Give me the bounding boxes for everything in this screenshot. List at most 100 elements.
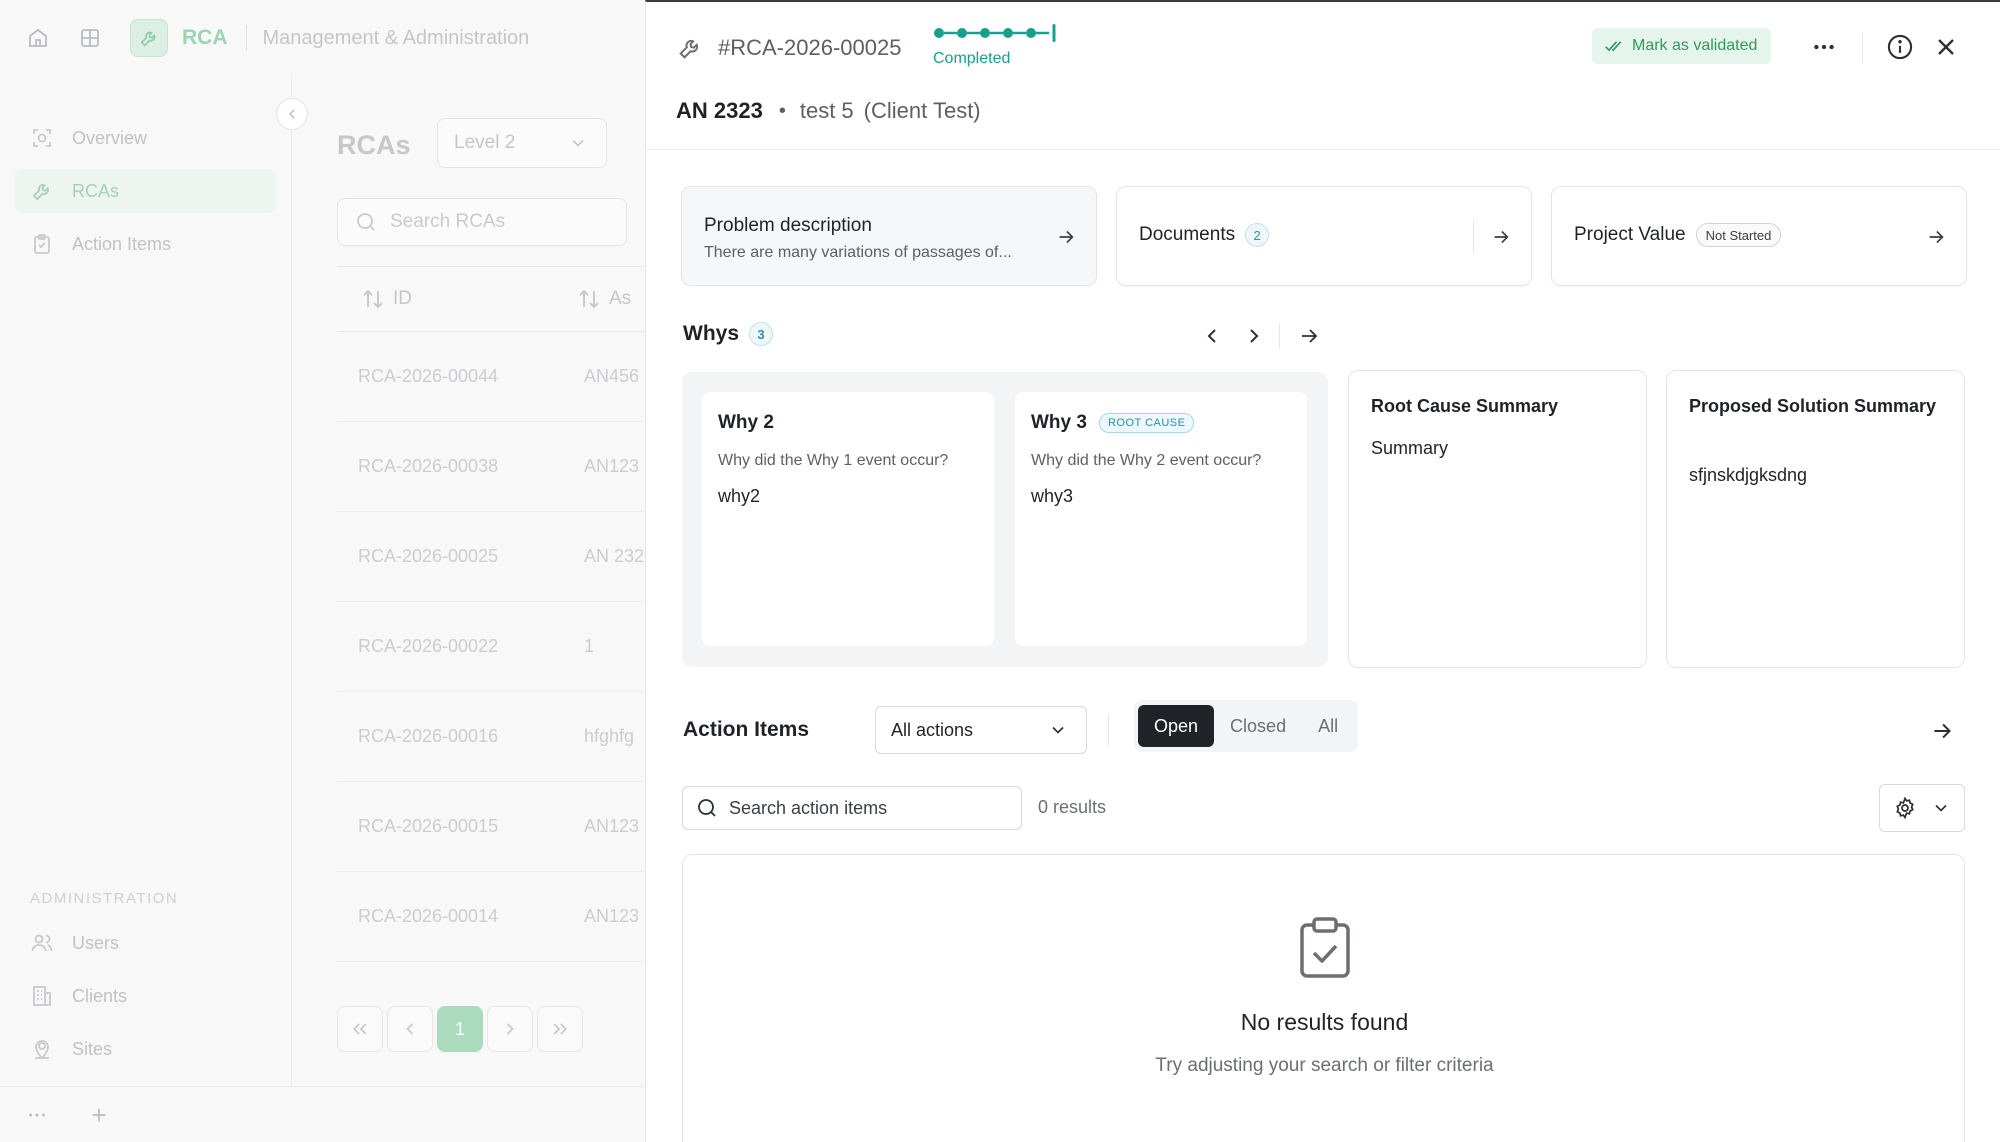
sidebar-item-action-items[interactable]: Action Items	[14, 222, 276, 266]
table-row[interactable]: RCA-2026-00022 1	[337, 602, 645, 692]
column-id[interactable]: ID	[361, 287, 412, 311]
admin-section-heading: ADMINISTRATION	[30, 890, 179, 907]
status-tabs: Open Closed All	[1134, 700, 1359, 752]
page-button-current[interactable]: 1	[437, 1006, 483, 1052]
last-page-button[interactable]	[537, 1006, 583, 1052]
action-items-open-button[interactable]	[1929, 718, 1955, 744]
level-select[interactable]: Level 2	[437, 118, 607, 168]
sort-icon	[361, 287, 385, 311]
table-row[interactable]: RCA-2026-00015 AN123	[337, 782, 645, 872]
root-cause-summary-text: Summary	[1371, 438, 1449, 458]
arrow-right-icon[interactable]	[1490, 226, 1512, 248]
sort-icon	[577, 287, 601, 311]
project-value-card[interactable]: Project Value Not Started	[1551, 186, 1967, 286]
home-icon[interactable]	[26, 26, 50, 50]
sidebar-item-overview[interactable]: Overview	[14, 116, 276, 160]
proposed-solution-summary-card[interactable]: Proposed Solution Summary sfjnskdjgksdng	[1666, 370, 1965, 668]
filter-divider	[1108, 714, 1109, 746]
why-question: Why did the Why 1 event occur?	[718, 452, 949, 469]
rca-id: #RCA-2026-00025	[718, 35, 902, 60]
overview-icon	[30, 126, 54, 150]
rca-search-input[interactable]: Search RCAs	[337, 198, 627, 246]
status-label: Completed	[933, 50, 1011, 67]
status-badge: Not Started	[1695, 223, 1782, 247]
arrow-right-icon	[1302, 329, 1318, 343]
chevron-down-icon	[1048, 720, 1068, 740]
chevron-right-icon	[1250, 329, 1259, 343]
sidebar-item-label: Users	[72, 932, 120, 953]
whys-prev-button[interactable]	[1200, 324, 1224, 348]
action-filter-value: All actions	[891, 719, 974, 740]
app-logo	[130, 19, 168, 57]
sidebar-item-users[interactable]: Users	[14, 921, 276, 965]
next-page-button[interactable]	[487, 1006, 533, 1052]
asset-id: AN 2323	[676, 98, 763, 123]
sidebar-bottom-bar	[0, 1086, 645, 1142]
tab-all[interactable]: All	[1302, 705, 1354, 747]
table-row[interactable]: RCA-2026-00025 AN 232	[337, 512, 645, 602]
card-title: Root Cause Summary	[1371, 396, 1559, 416]
tab-closed[interactable]: Closed	[1214, 705, 1302, 747]
whys-carousel: Why 2 Why did the Why 1 event occur? why…	[682, 372, 1328, 667]
sidebar-item-label: Clients	[72, 985, 128, 1006]
app-section-title: Management & Administration	[262, 26, 530, 49]
empty-state-title: No results found	[1240, 1009, 1409, 1035]
search-icon	[695, 796, 719, 820]
rca-subtitle: AN 2323 • test 5 (Client Test)	[676, 98, 981, 124]
more-options-button[interactable]	[1809, 32, 1839, 62]
topbar-divider	[245, 25, 247, 51]
wrench-icon	[676, 34, 704, 62]
rca-detail-panel: #RCA-2026-00025 Completed Mark as valida…	[645, 0, 2000, 1142]
tab-open[interactable]: Open	[1138, 705, 1215, 747]
first-page-button[interactable]	[337, 1006, 383, 1052]
rca-list: RCAs Level 2 Search RCAs ID As RCA-2026-…	[292, 76, 645, 1086]
progress-step-dot	[1003, 28, 1013, 38]
gear-icon	[1893, 796, 1917, 820]
prev-page-button[interactable]	[387, 1006, 433, 1052]
info-button[interactable]	[1886, 33, 1914, 61]
why-card[interactable]: Why 2 Why did the Why 1 event occur? why…	[702, 392, 994, 646]
grid-icon[interactable]	[78, 26, 102, 50]
table-row[interactable]: RCA-2026-00014 AN123	[337, 872, 645, 962]
table-row[interactable]: RCA-2026-00044 AN456	[337, 332, 645, 422]
whys-next-button[interactable]	[1242, 324, 1266, 348]
problem-description-card[interactable]: Problem description There are many varia…	[681, 186, 1097, 286]
mark-validated-button[interactable]: Mark as validated	[1592, 28, 1772, 64]
chevron-left-icon	[406, 1023, 414, 1035]
more-horizontal-icon[interactable]	[26, 1104, 48, 1126]
action-filter-select[interactable]: All actions	[875, 706, 1087, 754]
card-title: Problem description	[704, 215, 872, 236]
progress-step-dot	[934, 28, 944, 38]
whys-open-button[interactable]	[1297, 324, 1321, 348]
close-panel-button[interactable]	[1932, 33, 1960, 61]
sidebar: Overview RCAs Action Items ADMINISTRATIO…	[0, 76, 292, 1086]
app-name: RCA	[182, 26, 228, 49]
sidebar-item-rcas[interactable]: RCAs	[14, 169, 276, 213]
whys-count-badge: 3	[749, 322, 774, 346]
column-asset[interactable]: As	[577, 287, 631, 311]
card-title: Project Value Not Started	[1574, 223, 1782, 247]
rca-search-placeholder: Search RCAs	[390, 211, 506, 232]
client-name: (Client Test)	[863, 98, 981, 123]
progress-step-end	[1052, 24, 1056, 42]
double-check-icon	[1604, 36, 1624, 56]
table-settings-button[interactable]	[1879, 784, 1965, 832]
table-row[interactable]: RCA-2026-00016 hfghfg	[337, 692, 645, 782]
table-row[interactable]: RCA-2026-00038 AN123	[337, 422, 645, 512]
top-bar: RCA Management & Administration	[0, 0, 645, 76]
clipboard-check-icon	[1299, 917, 1351, 979]
table-header: ID As	[337, 266, 645, 332]
arrow-right-icon	[1925, 226, 1947, 248]
documents-card[interactable]: Documents 2	[1116, 186, 1532, 286]
progress-step-dot	[980, 28, 990, 38]
action-items-search-input[interactable]: Search action items	[682, 786, 1022, 830]
plus-icon[interactable]	[88, 1104, 110, 1126]
card-title: Documents 2	[1139, 223, 1270, 247]
clipboard-icon	[30, 232, 54, 256]
root-cause-summary-card[interactable]: Root Cause Summary Summary	[1348, 370, 1647, 668]
why-card[interactable]: Why 3 ROOT CAUSE Why did the Why 2 event…	[1015, 392, 1307, 646]
sidebar-item-sites[interactable]: Sites	[14, 1027, 276, 1071]
action-items-heading: Action Items	[683, 718, 810, 741]
chevron-down-icon	[1931, 798, 1951, 818]
sidebar-item-clients[interactable]: Clients	[14, 974, 276, 1018]
